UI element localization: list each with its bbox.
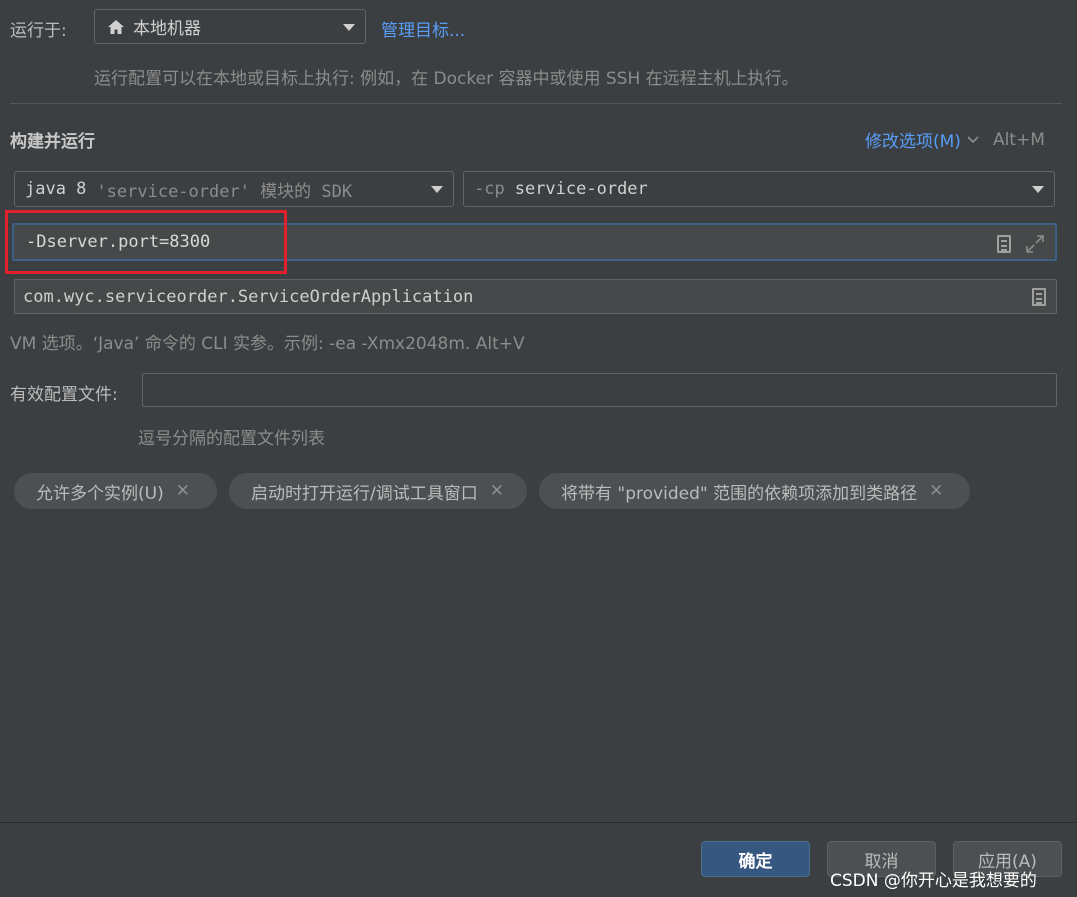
chevron-down-icon <box>967 135 979 144</box>
close-icon[interactable]: ✕ <box>176 481 190 501</box>
classpath-module-select[interactable]: -cp service-order <box>463 171 1055 207</box>
manage-targets-link[interactable]: 管理目标... <box>381 16 465 41</box>
active-profiles-input[interactable] <box>142 373 1057 407</box>
run-on-label: 运行于: <box>10 21 67 41</box>
chip-allow-multiple-instances[interactable]: 允许多个实例(U) ✕ <box>14 473 217 509</box>
run-target-value: 本地机器 <box>133 19 201 39</box>
active-profiles-label: 有效配置文件: <box>10 385 118 405</box>
run-config-dialog: 运行于: 本地机器 管理目标... 运行配置可以在本地或目标上执行: 例如，在 … <box>0 0 1077 897</box>
document-icon[interactable] <box>997 235 1011 253</box>
chip-label: 启动时打开运行/调试工具窗口 <box>251 483 478 504</box>
jre-select[interactable]: java 8 'service-order' 模块的 SDK <box>14 171 454 207</box>
jre-module-hint: 'service-order' 模块的 SDK <box>96 181 353 202</box>
document-icon[interactable] <box>1032 288 1046 306</box>
home-icon <box>107 19 125 35</box>
modify-options-link[interactable]: 修改选项(M) <box>865 127 961 152</box>
run-on-hint: 运行配置可以在本地或目标上执行: 例如，在 Docker 容器中或使用 SSH … <box>94 69 799 89</box>
chevron-down-icon <box>431 186 443 193</box>
watermark: CSDN @你开心是我想要的 <box>830 871 1037 891</box>
chevron-down-icon <box>343 23 355 31</box>
build-run-title: 构建并运行 <box>10 132 95 152</box>
modify-options-shortcut: Alt+M <box>992 129 1045 150</box>
close-icon[interactable]: ✕ <box>929 481 943 501</box>
close-icon[interactable]: ✕ <box>490 481 504 501</box>
ok-button[interactable]: 确定 <box>701 841 810 877</box>
chevron-down-icon <box>1032 186 1044 193</box>
active-profiles-hint: 逗号分隔的配置文件列表 <box>138 429 325 449</box>
highlight-annotation-box <box>5 210 287 274</box>
chip-label: 将带有 "provided" 范围的依赖项添加到类路径 <box>561 483 918 504</box>
jre-java-version: java 8 <box>25 179 87 199</box>
vm-options-hint: VM 选项。‘Java’ 命令的 CLI 实参。示例: -ea -Xmx2048… <box>10 334 525 354</box>
section-divider <box>10 103 1062 104</box>
classpath-module-value: service-order <box>514 179 648 199</box>
main-class-value: com.wyc.serviceorder.ServiceOrderApplica… <box>23 286 474 307</box>
chip-label: 允许多个实例(U) <box>36 483 164 504</box>
main-class-input[interactable]: com.wyc.serviceorder.ServiceOrderApplica… <box>14 279 1057 314</box>
modify-options-menu[interactable]: 修改选项(M) Alt+M <box>865 127 1045 153</box>
run-target-select[interactable]: 本地机器 <box>94 9 366 44</box>
expand-icon[interactable] <box>1025 234 1045 254</box>
chip-open-run-debug-window[interactable]: 启动时打开运行/调试工具窗口 ✕ <box>229 473 527 509</box>
classpath-prefix: -cp <box>474 179 505 199</box>
chip-add-provided-dependencies[interactable]: 将带有 "provided" 范围的依赖项添加到类路径 ✕ <box>539 473 970 509</box>
